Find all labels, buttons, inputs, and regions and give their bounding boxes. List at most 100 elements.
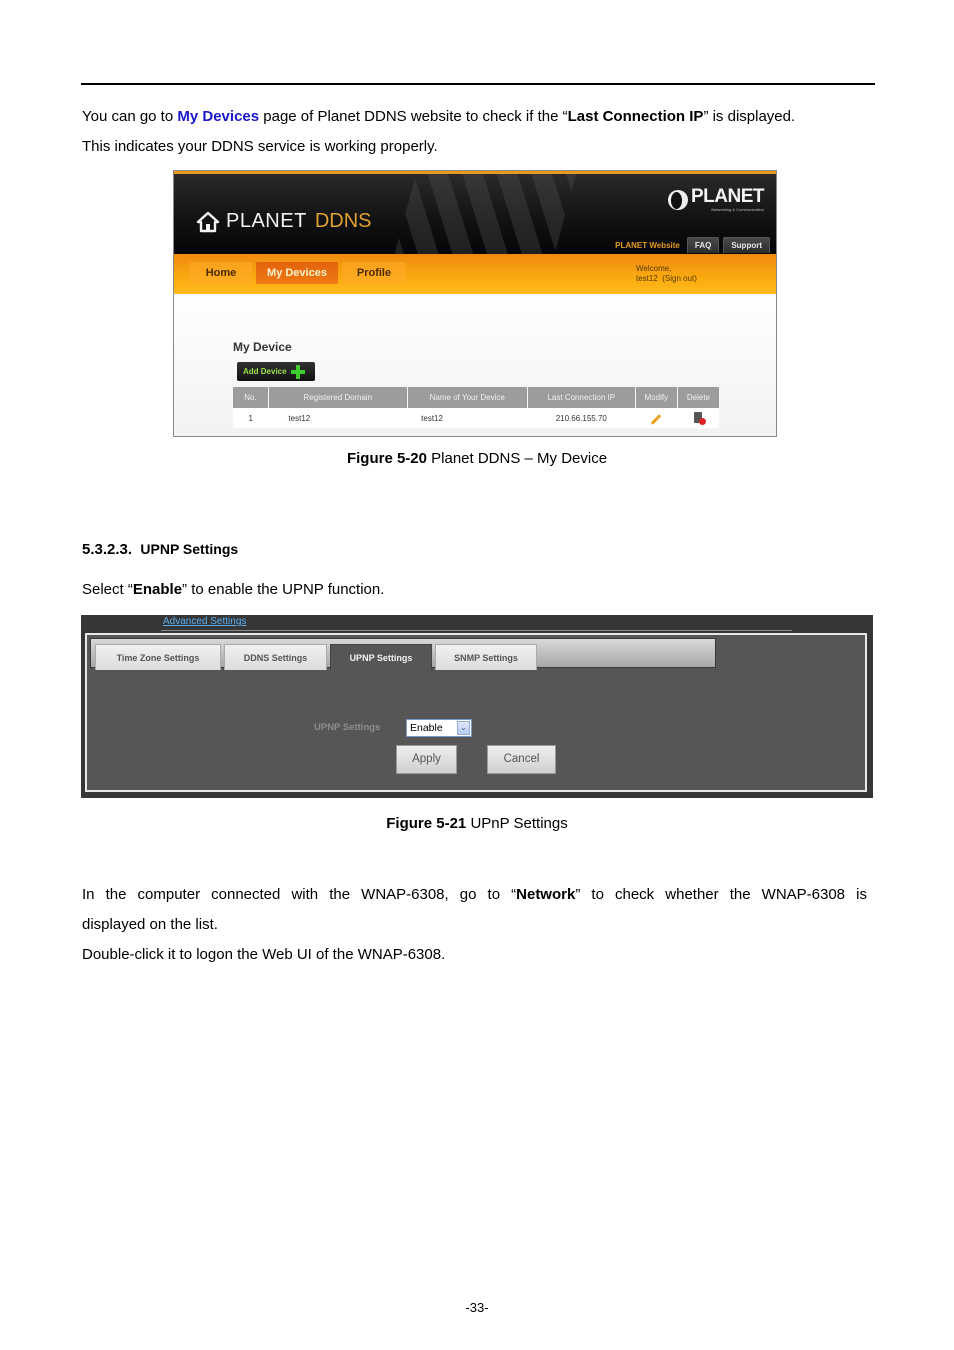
col-device-name: Name of Your Device: [406, 387, 528, 408]
welcome-username: test12: [636, 274, 658, 283]
word: go: [459, 886, 477, 903]
brand-name: PLANET: [691, 186, 765, 207]
section-number: 5.3.2.3.: [82, 541, 133, 558]
planet-brand-logo: PLANET Networking & Communication: [668, 186, 765, 212]
figure-planet-ddns-my-device: PLANET DDNS PLANET Networking & Communica…: [173, 170, 777, 437]
add-device-button[interactable]: Add Device: [237, 362, 315, 381]
word: the: [105, 886, 127, 903]
network-term: “Network”: [511, 886, 581, 903]
col-no: No.: [233, 387, 269, 408]
ddns-banner: PLANET DDNS PLANET Networking & Communica…: [174, 174, 776, 254]
device-table: No. Registered Domain Name of Your Devic…: [233, 387, 719, 428]
word: the: [729, 886, 751, 903]
page-header-rule: [81, 83, 875, 85]
welcome-text: Welcome,: [636, 264, 672, 273]
brand-tagline: Networking & Communication: [711, 207, 764, 212]
caption-label: Figure 5-20: [346, 450, 427, 467]
figure-upnp-settings: Advanced Settings Time Zone Settings DDN…: [81, 615, 873, 798]
cell-domain: test12: [268, 408, 408, 428]
page-number: -33-: [465, 1300, 489, 1315]
figure-5-21-caption: Figure 5-21 UPnP Settings: [0, 815, 954, 832]
intro-line-1: You can go to My Devices page of Planet …: [82, 107, 795, 127]
intro-line-2: This indicates your DDNS service is work…: [82, 138, 438, 155]
faq-link[interactable]: FAQ: [686, 237, 720, 253]
banner-decoration: [389, 174, 579, 254]
home-icon: [196, 211, 220, 232]
delete-button[interactable]: [677, 408, 719, 428]
section-title: UPNP Settings: [140, 541, 239, 557]
settings-tabstrip: Time Zone Settings DDNS Settings UPNP Se…: [90, 638, 716, 670]
word: check: [615, 886, 655, 903]
tab-snmp-settings[interactable]: SNMP Settings: [435, 644, 537, 670]
word: WNAP-6308,: [361, 886, 449, 903]
select-instruction: Select “Enable” to enable the UPNP funct…: [82, 580, 384, 600]
col-last-connection-ip: Last Connection IP: [526, 387, 636, 408]
intro-text: You can go to: [82, 108, 178, 125]
title-underline: [161, 630, 792, 631]
tab-upnp-settings[interactable]: UPNP Settings: [330, 644, 432, 670]
upnp-selected-value: Enable: [410, 722, 443, 734]
tab-time-zone-settings[interactable]: Time Zone Settings: [95, 644, 221, 670]
cell-device-name: test12: [407, 408, 528, 428]
cell-no: 1: [233, 408, 269, 428]
ddns-content: My Device Add Device No. Registered Doma…: [174, 294, 776, 436]
plus-icon: [290, 364, 305, 379]
instruction-text: ” to enable the UPNP function.: [182, 581, 385, 598]
nav-profile[interactable]: Profile: [342, 262, 406, 284]
device-table-header: No. Registered Domain Name of Your Devic…: [233, 387, 719, 408]
network-para-line-3: Double-click it to logon the Web UI of t…: [82, 946, 446, 963]
caption-text: Planet DDNS – My Device: [426, 450, 608, 467]
settings-panel: Time Zone Settings DDNS Settings UPNP Se…: [85, 633, 867, 792]
word: the: [329, 886, 351, 903]
col-registered-domain: Registered Domain: [267, 387, 408, 408]
word: to: [487, 886, 501, 903]
enable-term: Enable: [132, 581, 183, 598]
upnp-settings-label: UPNP Settings: [314, 722, 381, 733]
planet-globe-icon: [668, 190, 688, 210]
planet-website-link[interactable]: PLANET Website: [615, 241, 680, 253]
my-devices-link[interactable]: My Devices: [177, 108, 259, 125]
sign-out-link[interactable]: (Sign out): [662, 274, 697, 283]
my-device-heading: My Device: [233, 340, 292, 354]
word: is: [856, 886, 867, 903]
welcome-box: Welcome, test12 (Sign out): [636, 264, 697, 284]
logo-planet-text: PLANET: [226, 210, 307, 232]
word: WNAP-6308: [761, 886, 846, 903]
logo-ddns-text: DDNS: [314, 210, 372, 232]
caption-label: Figure 5-21: [386, 815, 467, 832]
word: connected: [211, 886, 281, 903]
cancel-button[interactable]: Cancel: [487, 745, 556, 774]
nav-my-devices[interactable]: My Devices: [256, 262, 338, 284]
modify-button[interactable]: [635, 408, 678, 428]
figure-5-20-caption: Figure 5-20 Planet DDNS – My Device: [0, 450, 954, 467]
word: to: [591, 886, 604, 903]
advanced-settings-link[interactable]: Advanced Settings: [163, 616, 246, 627]
trash-icon: [694, 411, 707, 425]
col-modify: Modify: [634, 387, 678, 408]
table-row: 1 test12 test12 210.66.155.70: [233, 408, 719, 428]
intro-text: ” is displayed.: [703, 108, 796, 125]
upnp-settings-select[interactable]: Enable ⌄: [406, 719, 472, 737]
section-heading: 5.3.2.3. UPNP Settings: [82, 541, 238, 558]
col-delete: Delete: [676, 387, 719, 408]
word: computer: [137, 886, 201, 903]
add-device-label: Add Device: [243, 367, 287, 376]
planet-ddns-logo[interactable]: PLANET DDNS: [196, 210, 371, 233]
caption-text: UPnP Settings: [466, 815, 568, 832]
intro-text: page of Planet DDNS website to check if …: [259, 108, 568, 125]
network-para-line-1: In the computer connected with the WNAP-…: [82, 886, 867, 903]
word: with: [291, 886, 319, 903]
tab-ddns-settings[interactable]: DDNS Settings: [224, 644, 327, 670]
word: whether: [665, 886, 719, 903]
instruction-text: Select “: [82, 581, 133, 598]
top-links: PLANET Website FAQ Support: [615, 237, 770, 253]
network-para-line-2: displayed on the list.: [82, 916, 218, 933]
support-link[interactable]: Support: [723, 237, 770, 253]
nav-home[interactable]: Home: [190, 262, 252, 284]
last-connection-ip-term: Last Connection IP: [567, 108, 704, 125]
chevron-down-icon: ⌄: [457, 721, 470, 735]
apply-button[interactable]: Apply: [396, 745, 457, 774]
pencil-icon: [650, 413, 662, 425]
cell-last-ip: 210.66.155.70: [527, 408, 636, 428]
word: In: [82, 886, 95, 903]
